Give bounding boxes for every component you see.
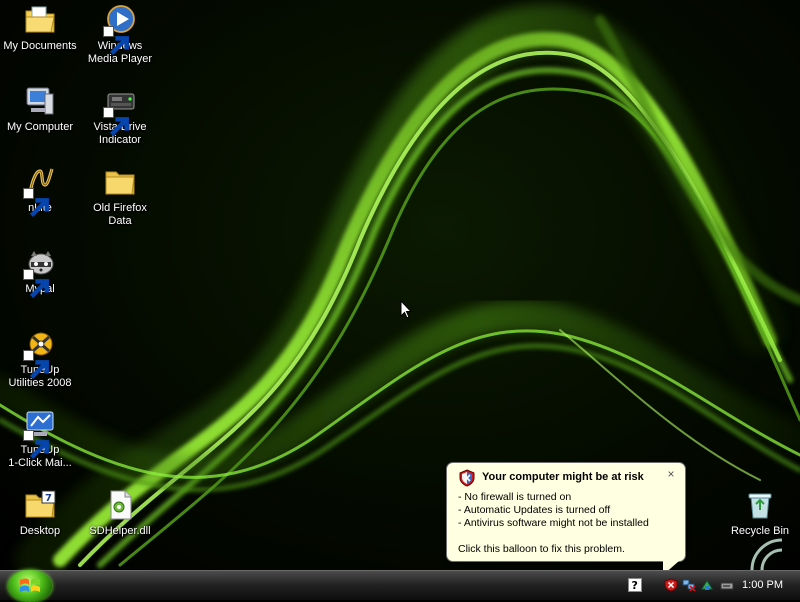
drive-indicator-icon (103, 84, 137, 137)
balloon-message-list: - No firewall is turned on - Automatic U… (458, 491, 649, 530)
svg-text:7: 7 (45, 493, 52, 504)
system-tray: ? 1:00 PM (620, 571, 800, 600)
taskbar-clock[interactable]: 1:00 PM (742, 579, 783, 591)
balloon-close-button[interactable]: × (665, 468, 677, 480)
balloon-footer-text: Click this balloon to fix this problem. (458, 543, 625, 555)
security-center-shield-icon[interactable] (664, 578, 678, 592)
desktop-folder-icon: 7 (23, 488, 57, 522)
shortcut-arrow-icon (23, 188, 49, 218)
help-icon[interactable]: ? (628, 578, 642, 592)
desktop-icon-my-documents[interactable]: My Documents (0, 3, 82, 53)
nlite-icon (23, 165, 57, 218)
desktop-icon-tuneup-utilities[interactable]: TuneUp Utilities 2008 (0, 327, 82, 390)
svg-text:?: ? (632, 579, 638, 592)
desktop-icon-windows-media-player[interactable]: Windows Media Player (78, 3, 162, 66)
mypal-raccoon-icon (23, 246, 57, 299)
network-icon[interactable] (700, 578, 714, 592)
desktop-icon-nlite[interactable]: nLite (0, 165, 82, 218)
shortcut-arrow-icon (23, 350, 49, 380)
desktop-icon-label: Desktop (19, 525, 61, 537)
balloon-line: - Antivirus software might not be instal… (458, 517, 649, 529)
balloon-tail (663, 561, 679, 570)
desktop-icon-tuneup-one-click[interactable]: TuneUp 1-Click Mai... (0, 407, 82, 470)
desktop-icon-label: SDHelper.dll (89, 525, 151, 537)
mouse-cursor-icon (400, 300, 412, 319)
folder-documents-icon (23, 3, 57, 37)
desktop-icon-label: My Computer (6, 121, 74, 133)
balloon-line: - Automatic Updates is turned off (458, 504, 611, 516)
shortcut-arrow-icon (103, 26, 129, 56)
balloon-line: - No firewall is turned on (458, 491, 572, 503)
windows-logo-icon (20, 578, 40, 592)
desktop-icon-label: Recycle Bin (730, 525, 790, 537)
computer-icon (23, 84, 57, 118)
recycle-bin-icon (743, 488, 777, 522)
taskbar: ? 1:00 PM (0, 570, 800, 602)
security-alert-balloon[interactable]: Your computer might be at risk × - No fi… (446, 462, 686, 562)
desktop-icon-sdhelper-dll[interactable]: SDHelper.dll (78, 488, 162, 538)
balloon-title: Your computer might be at risk (482, 471, 644, 483)
desktop[interactable]: My Documents Windows Media Player My Com… (0, 0, 800, 570)
media-player-icon (103, 3, 137, 56)
security-shield-icon (459, 469, 475, 487)
start-button[interactable] (8, 570, 52, 602)
shortcut-arrow-icon (103, 107, 129, 137)
desktop-icon-vista-drive-indicator[interactable]: Vista Drive Indicator (78, 84, 162, 147)
desktop-icon-recycle-bin[interactable]: Recycle Bin (718, 488, 800, 538)
desktop-icon-my-computer[interactable]: My Computer (0, 84, 82, 134)
tuneup-icon (23, 327, 57, 380)
folder-icon (103, 165, 137, 199)
desktop-icon-old-firefox-data[interactable]: Old Firefox Data (78, 165, 162, 228)
safely-remove-icon[interactable] (720, 578, 734, 592)
shortcut-arrow-icon (23, 430, 49, 460)
desktop-icon-desktop-folder[interactable]: 7 Desktop (0, 488, 82, 538)
dll-file-icon (103, 488, 137, 522)
desktop-icon-label: My Documents (3, 40, 77, 52)
network-disconnected-icon[interactable] (682, 578, 696, 592)
shortcut-arrow-icon (23, 269, 49, 299)
desktop-icon-mypal[interactable]: Mypal (0, 246, 82, 299)
tuneup-oneclick-icon (23, 407, 57, 460)
desktop-icon-label: Old Firefox Data (93, 202, 147, 227)
